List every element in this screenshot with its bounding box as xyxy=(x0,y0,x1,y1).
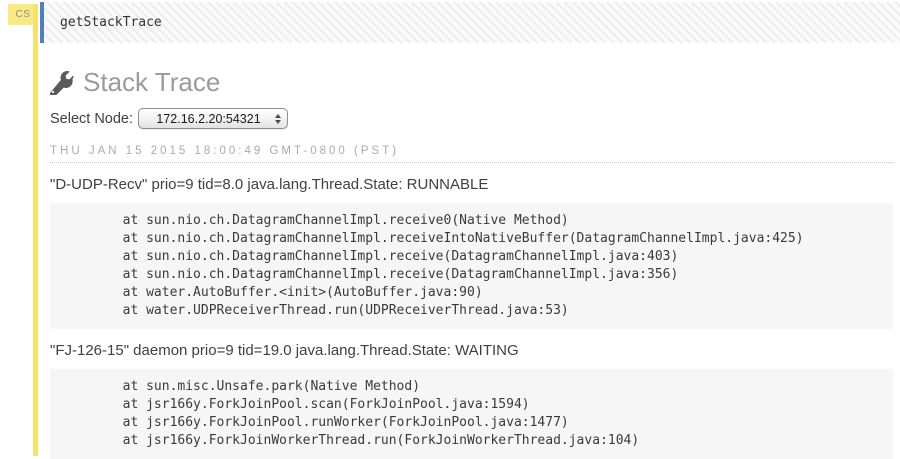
thread-header: "D-UDP-Recv" prio=9 tid=8.0 java.lang.Th… xyxy=(50,176,489,193)
node-select-row: Select Node: 172.16.2.20:54321 xyxy=(50,108,893,129)
page-title: Stack Trace xyxy=(83,67,221,97)
thread-header: "FJ-126-15" daemon prio=9 tid=19.0 java.… xyxy=(50,342,519,359)
cell-input-text[interactable]: getStackTrace xyxy=(60,15,162,30)
cell-highlight-line xyxy=(33,4,38,456)
cell-input[interactable]: getStackTrace xyxy=(40,2,900,43)
node-select-value: 172.16.2.20:54321 xyxy=(156,111,261,126)
node-select-dropdown[interactable]: 172.16.2.20:54321 xyxy=(138,108,289,129)
stack-frames: at sun.nio.ch.DatagramChannelImpl.receiv… xyxy=(50,203,893,329)
thread-entry: "FJ-126-15" daemon prio=9 tid=19.0 java.… xyxy=(50,342,893,459)
thread-entry: "D-UDP-Recv" prio=9 tid=8.0 java.lang.Th… xyxy=(50,176,893,329)
output-heading: Stack Trace xyxy=(50,67,893,98)
select-node-label: Select Node: xyxy=(50,110,134,127)
cell-output: Stack Trace Select Node: 172.16.2.20:543… xyxy=(50,67,893,459)
thread-list: "D-UDP-Recv" prio=9 tid=8.0 java.lang.Th… xyxy=(50,176,893,459)
stack-frames: at sun.misc.Unsafe.park(Native Method) a… xyxy=(50,369,893,459)
select-stepper-icon xyxy=(275,113,282,124)
timestamp-header: THU JAN 15 2015 18:00:49 GMT-0800 (PST) xyxy=(50,145,893,163)
wrench-icon xyxy=(50,70,74,95)
flow-notebook-page: CS getStackTrace Stack Trace Select Node… xyxy=(0,2,900,459)
